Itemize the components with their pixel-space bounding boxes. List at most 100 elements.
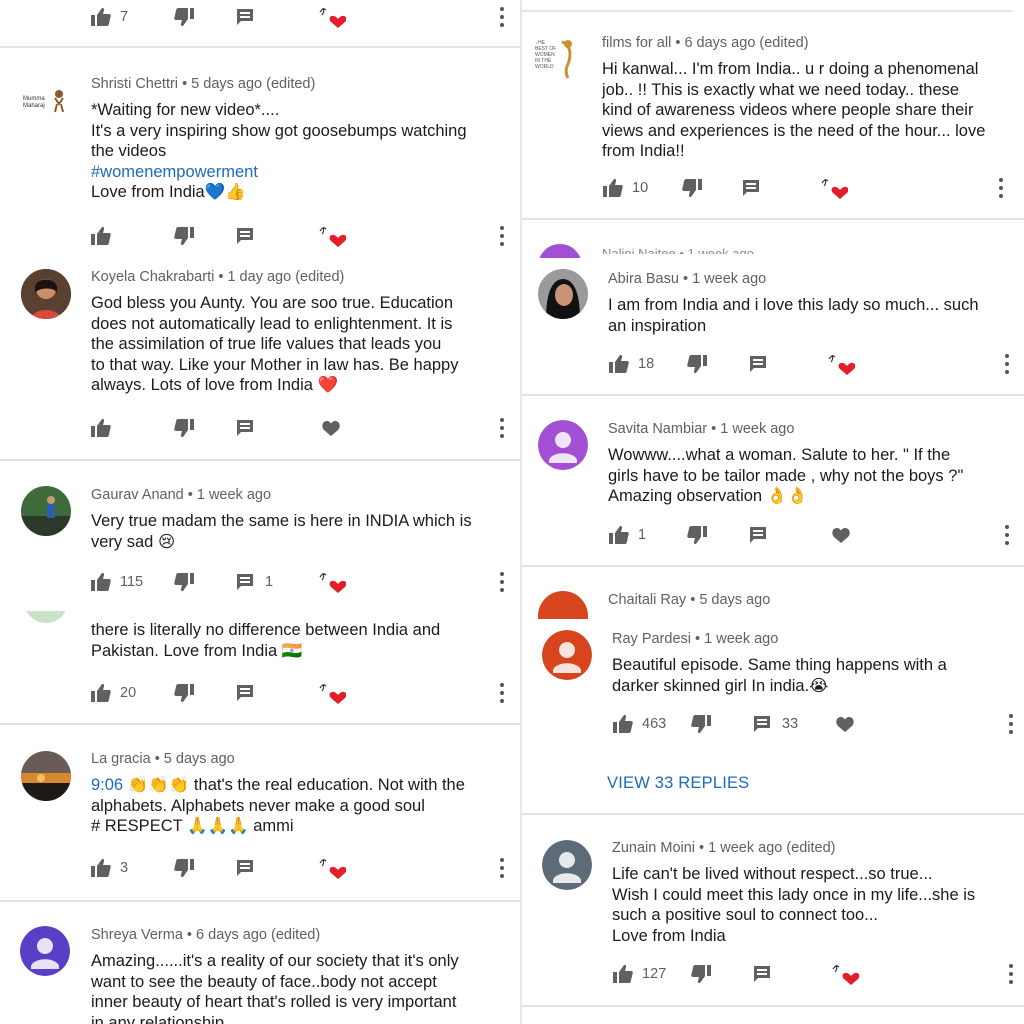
- avatar[interactable]: [538, 591, 588, 619]
- avatar[interactable]: [538, 244, 582, 258]
- divider: [522, 1005, 1024, 1007]
- dislike-button[interactable]: [681, 176, 703, 200]
- author-name[interactable]: Koyela Chakrabarti: [91, 269, 214, 285]
- like-count: 10: [632, 180, 649, 196]
- dislike-button[interactable]: [173, 570, 195, 594]
- reply-button[interactable]: [748, 523, 768, 547]
- dislike-button[interactable]: [686, 523, 708, 547]
- like-button[interactable]: 127: [612, 962, 666, 986]
- like-button[interactable]: 7: [90, 5, 128, 29]
- avatar-logo-icon: Mumma Maharaj: [23, 90, 64, 113]
- avatar[interactable]: Mumma Maharaj: [21, 78, 71, 128]
- dislike-button[interactable]: [173, 224, 195, 248]
- author-name[interactable]: Shristi Chettri: [91, 76, 178, 92]
- avatar[interactable]: [21, 269, 71, 319]
- separator-dot: •: [675, 35, 681, 51]
- like-button[interactable]: [90, 224, 112, 248]
- avatar[interactable]: [20, 926, 70, 976]
- reply-icon: [754, 966, 770, 982]
- thumbs-down-icon: [691, 715, 711, 734]
- author-name[interactable]: films for all: [602, 35, 671, 51]
- reply-button[interactable]: [235, 5, 255, 29]
- author-name[interactable]: La gracia: [91, 751, 151, 767]
- reply-button[interactable]: [752, 962, 772, 986]
- like-button[interactable]: 20: [90, 681, 136, 705]
- more-options-button[interactable]: [499, 7, 505, 27]
- like-button[interactable]: 1: [608, 523, 646, 547]
- svg-text:Maharaj: Maharaj: [23, 103, 45, 109]
- like-button[interactable]: 3: [90, 856, 128, 880]
- separator-dot: •: [682, 271, 689, 287]
- dislike-button[interactable]: [690, 712, 712, 736]
- creator-heart-icon: [319, 7, 346, 28]
- comment-text: there is literally no difference between…: [91, 621, 441, 660]
- like-count: 115: [120, 574, 144, 590]
- comment-time: 6 days ago (edited): [684, 35, 809, 51]
- dislike-button[interactable]: [173, 681, 195, 705]
- avatar-sunset-icon: [21, 751, 71, 801]
- reply-icon: [237, 685, 253, 701]
- dislike-button[interactable]: [690, 962, 712, 986]
- like-count: 1: [638, 527, 647, 543]
- like-button[interactable]: 463: [612, 712, 666, 736]
- avatar[interactable]: [542, 630, 592, 680]
- author-name[interactable]: Ray Pardesi: [612, 631, 691, 647]
- more-options-button[interactable]: [499, 418, 505, 438]
- more-options-button[interactable]: [499, 858, 505, 878]
- more-options-button[interactable]: [499, 226, 505, 246]
- reply-button[interactable]: [741, 176, 761, 200]
- comment-meta: Koyela Chakrabarti • 1 day ago (edited): [91, 269, 344, 285]
- comment-meta: films for all • 6 days ago (edited): [602, 35, 809, 51]
- avatar[interactable]: [24, 611, 68, 623]
- thumbs-up-icon: [613, 714, 633, 733]
- dislike-button[interactable]: [173, 416, 195, 440]
- author-name[interactable]: Chaitali Ray: [608, 592, 686, 608]
- dislike-button[interactable]: [173, 856, 195, 880]
- more-options-button[interactable]: [499, 572, 505, 592]
- like-button[interactable]: 10: [602, 176, 648, 200]
- like-button[interactable]: 115: [90, 570, 143, 594]
- view-replies-link[interactable]: VIEW 33 REPLIES: [607, 774, 749, 793]
- comment-card: Mumma Maharaj Shristi Chettri • 5 days a…: [0, 48, 520, 260]
- author-name[interactable]: Shreya Verma: [91, 927, 183, 943]
- reply-button[interactable]: [748, 352, 768, 376]
- reply-button[interactable]: [235, 224, 255, 248]
- like-button[interactable]: 18: [608, 352, 654, 376]
- heart-button[interactable]: [835, 712, 855, 736]
- reply-button[interactable]: [235, 856, 255, 880]
- reply-button[interactable]: [235, 416, 255, 440]
- like-button[interactable]: [90, 416, 112, 440]
- heart-button[interactable]: [321, 416, 341, 440]
- avatar[interactable]: [538, 420, 588, 470]
- thumbs-down-icon: [174, 8, 194, 27]
- reply-button[interactable]: 33: [752, 712, 798, 736]
- avatar[interactable]: [538, 269, 588, 319]
- more-options-button[interactable]: [998, 178, 1004, 198]
- reply-button[interactable]: [235, 681, 255, 705]
- timestamp-link[interactable]: 9:06: [91, 776, 123, 794]
- avatar[interactable]: [542, 840, 592, 890]
- hashtag-link[interactable]: #womenempowerment: [91, 163, 258, 181]
- separator-dot: •: [187, 487, 193, 503]
- more-options-button[interactable]: [1008, 714, 1014, 734]
- more-options-button[interactable]: [499, 683, 505, 703]
- dislike-button[interactable]: [173, 5, 195, 29]
- author-name[interactable]: Abira Basu: [608, 271, 679, 287]
- avatar[interactable]: THE BEST OF WOMEN IN THE WORLD: [532, 32, 582, 82]
- comment-meta: Zunain Moini • 1 week ago (edited): [612, 840, 836, 856]
- dislike-button[interactable]: [686, 352, 708, 376]
- author-name[interactable]: Zunain Moini: [612, 840, 695, 856]
- author-name[interactable]: Savita Nambiar: [608, 421, 707, 437]
- more-options-button[interactable]: [1004, 525, 1010, 545]
- avatar[interactable]: [21, 486, 71, 536]
- avatar[interactable]: [21, 751, 71, 801]
- comment-card: Chaitali Ray • 5 days ago: [522, 567, 1024, 619]
- more-options-button[interactable]: [1008, 964, 1014, 984]
- default-user-icon: [20, 926, 70, 976]
- reply-button[interactable]: 1: [235, 570, 273, 594]
- separator-dot: •: [711, 421, 717, 437]
- more-options-button[interactable]: [1004, 354, 1010, 374]
- comment-text: I am from India and i love this lady so …: [608, 296, 979, 335]
- heart-button[interactable]: [831, 523, 851, 547]
- author-name[interactable]: Gaurav Anand: [91, 487, 184, 503]
